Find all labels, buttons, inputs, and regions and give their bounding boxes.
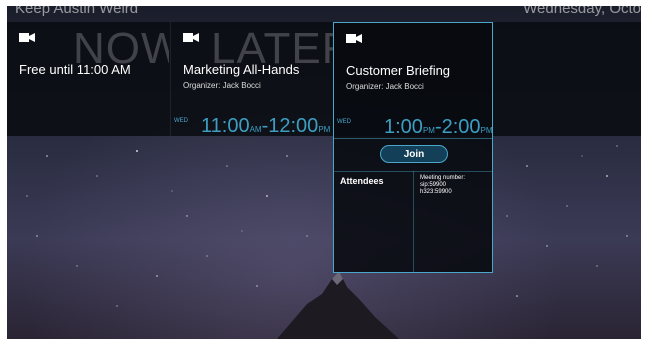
room-name: Keep Austin Weird <box>15 6 139 17</box>
meeting-day: WED <box>174 118 188 124</box>
video-camera-icon <box>346 34 362 43</box>
meeting-day: WED <box>337 119 351 125</box>
meeting-number-label: Meeting number: <box>420 175 466 181</box>
meeting-organizer: Organizer: Jack Bocci <box>183 81 261 90</box>
selected-meeting-panel[interactable]: Customer Briefing Organizer: Jack Bocci … <box>333 22 493 273</box>
meeting-title: Marketing All-Hands <box>183 62 300 77</box>
mountain-silhouette <box>277 271 399 339</box>
divider <box>334 138 492 139</box>
attendees-label: Attendees <box>340 176 384 186</box>
later-meeting-panel[interactable]: LATER Marketing All-Hands Organizer: Jac… <box>170 22 333 136</box>
meeting-sip: sip:59900 <box>420 182 447 188</box>
date-label: Wednesday, Octo <box>523 6 641 17</box>
meeting-time: 1:00PM-2:00PM <box>384 116 493 138</box>
now-panel[interactable]: NOW Free until 11:00 AM <box>7 22 169 136</box>
join-button[interactable]: Join <box>380 145 448 163</box>
meeting-organizer: Organizer: Jack Bocci <box>346 82 424 91</box>
meeting-h323: h323:59900 <box>420 189 452 195</box>
divider <box>413 171 414 272</box>
meeting-number-info: Meeting number: sip:59900 h323:59900 <box>420 175 465 196</box>
meeting-time: 11:00AM-12:00PM <box>201 115 331 136</box>
meeting-title: Customer Briefing <box>346 63 451 78</box>
video-camera-icon <box>19 33 35 42</box>
now-status: Free until 11:00 AM <box>19 62 131 77</box>
video-camera-icon <box>183 33 199 42</box>
room-display-screen: Keep Austin Weird Wednesday, Octo NOW Fr… <box>7 6 641 339</box>
